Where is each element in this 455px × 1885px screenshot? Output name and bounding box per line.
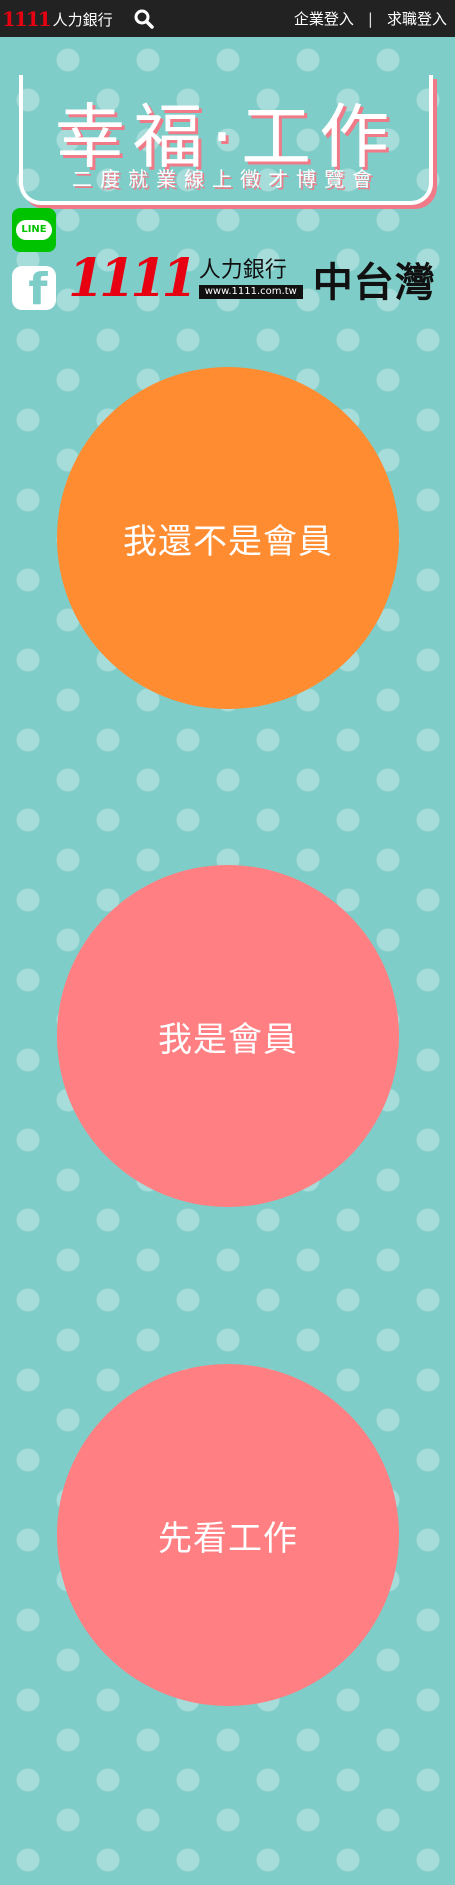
hero-subtitle: 二度就業線上徵才博覽會 <box>72 167 380 191</box>
hero-banner: 幸福·工作 二度就業線上徵才博覽會 <box>19 75 433 205</box>
jobseeker-login-link[interactable]: 求職登入 <box>387 8 447 29</box>
partner-region: 中台灣 <box>312 260 436 306</box>
brand-link[interactable]: 1111 人力銀行 <box>2 7 113 31</box>
member-button[interactable]: 我是會員 <box>57 865 399 1207</box>
member-label: 我是會員 <box>158 1019 298 1060</box>
not-member-button[interactable]: 我還不是會員 <box>57 367 399 709</box>
brand-name: 人力銀行 <box>52 10 113 29</box>
facebook-icon: f <box>28 266 48 311</box>
login-links: 企業登入 | 求職登入 <box>294 8 447 29</box>
line-icon: LINE <box>16 220 52 240</box>
partner-name: 人力銀行 <box>198 258 287 283</box>
browse-jobs-label: 先看工作 <box>158 1518 298 1559</box>
top-nav-bar: 1111 人力銀行 企業登入 | 求職登入 <box>0 0 455 37</box>
line-share-button[interactable]: LINE <box>12 208 56 252</box>
partner-logo: 1111 人力銀行 www.1111.com.tw 中台灣 <box>68 251 436 307</box>
employer-login-link[interactable]: 企業登入 <box>294 8 354 29</box>
partner-logo-number: 1111 <box>68 248 198 309</box>
separator: | <box>367 9 373 28</box>
facebook-share-button[interactable]: f <box>12 266 56 310</box>
brand-logo: 1111 <box>2 7 52 31</box>
partner-url: www.1111.com.tw <box>198 285 303 299</box>
browse-jobs-button[interactable]: 先看工作 <box>57 1364 399 1706</box>
not-member-label: 我還不是會員 <box>123 521 333 562</box>
search-icon[interactable] <box>134 9 154 29</box>
